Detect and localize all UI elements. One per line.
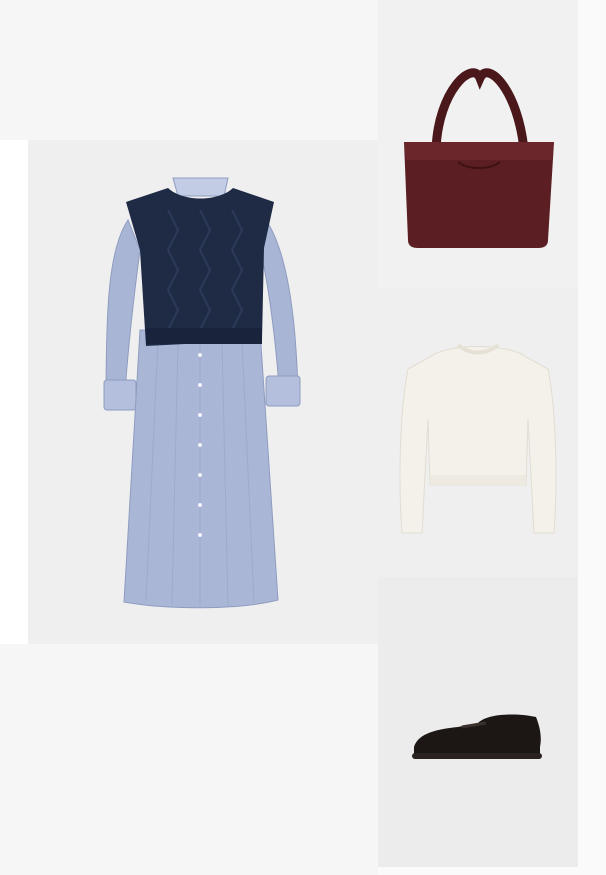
product-tile-loafer[interactable] xyxy=(378,577,578,867)
background-right-margin xyxy=(578,0,606,875)
background-bottom-strip xyxy=(378,867,578,875)
dress-image xyxy=(103,177,301,609)
product-tile-sweater[interactable] xyxy=(378,289,578,577)
tote-bag-image xyxy=(404,68,554,248)
product-tile-bag[interactable] xyxy=(378,0,578,289)
sweater-image xyxy=(399,343,557,534)
background-panel-bottom xyxy=(0,644,378,875)
background-panel-top xyxy=(0,0,378,140)
loafer-image xyxy=(412,714,542,759)
product-tile-dress[interactable] xyxy=(28,140,378,644)
